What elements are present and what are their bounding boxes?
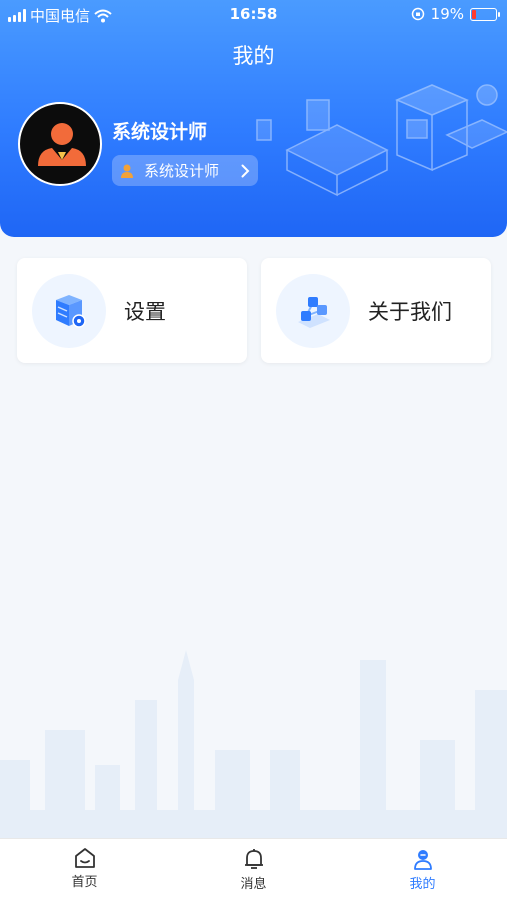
tab-bar: 首页 消息 我的 xyxy=(0,838,507,900)
tab-messages-label: 消息 xyxy=(240,877,267,892)
about-us-label: 关于我们 xyxy=(368,299,452,324)
user-icon xyxy=(413,850,432,870)
settings-server-icon xyxy=(32,273,106,348)
tab-profile[interactable]: 我的 xyxy=(338,839,507,900)
user-name: 系统设计师 xyxy=(112,121,208,143)
user-role-icon xyxy=(121,164,133,178)
avatar[interactable] xyxy=(18,102,102,186)
settings-label: 设置 xyxy=(124,299,166,324)
battery-level xyxy=(472,9,477,19)
battery-icon xyxy=(470,7,500,21)
about-us-card[interactable]: 关于我们 xyxy=(261,258,491,363)
status-bar: 中国电信 16:58 19% xyxy=(0,0,507,28)
chevron-right-icon xyxy=(241,164,250,177)
city-illustration xyxy=(256,84,507,197)
bell-icon xyxy=(244,849,263,869)
home-icon xyxy=(74,848,95,868)
profile-header: 中国电信 16:58 19% 我的 系统设计师 系统设计师 xyxy=(0,0,507,237)
role-badge[interactable]: 系统设计师 xyxy=(112,155,258,186)
menu-cards: 设置 关于我们 xyxy=(17,258,491,363)
battery-percent: 19% xyxy=(430,5,464,23)
city-skyline-background xyxy=(0,650,507,838)
tab-home-label: 首页 xyxy=(71,875,98,890)
person-avatar-icon xyxy=(38,123,86,166)
role-label: 系统设计师 xyxy=(144,162,220,180)
tab-messages[interactable]: 消息 xyxy=(169,839,338,900)
settings-card[interactable]: 设置 xyxy=(17,258,247,363)
orientation-lock-icon xyxy=(411,7,424,21)
tab-home[interactable]: 首页 xyxy=(0,839,169,900)
about-network-icon xyxy=(276,273,350,348)
tab-profile-label: 我的 xyxy=(409,877,436,892)
